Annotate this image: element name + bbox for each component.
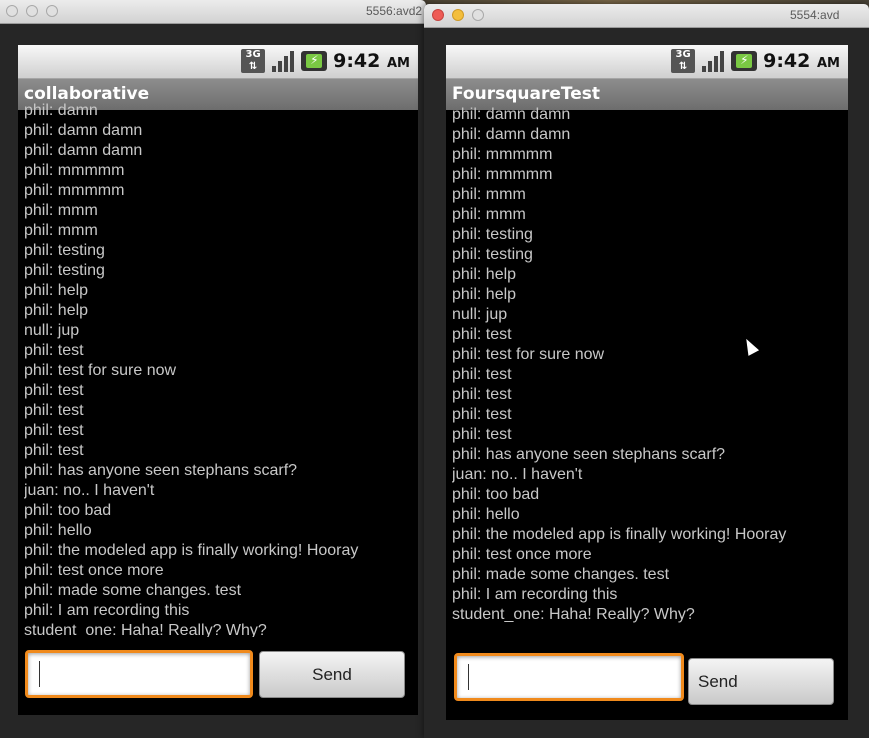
network-3g-icon: 3G ⇅ <box>671 49 696 73</box>
chat-message: phil: test for sure now <box>452 346 605 363</box>
chat-message: phil: help <box>24 302 89 319</box>
chat-message: phil: hello <box>452 506 520 523</box>
chat-message: phil: damn damn <box>24 122 143 139</box>
chat-message: phil: damn damn <box>452 126 571 143</box>
zoom-window-button[interactable] <box>472 9 484 21</box>
text-cursor <box>468 664 469 690</box>
chat-message: phil: mmm <box>24 222 98 239</box>
status-clock: 9:42 AM <box>763 50 840 72</box>
zoom-window-button[interactable] <box>46 5 58 17</box>
chat-message-list[interactable]: phil: damn phil: damn damn phil: damn damn… <box>24 101 418 637</box>
chat-message: phil: has anyone seen stephans scarf? <box>452 446 726 463</box>
chat-message: phil: damn <box>24 102 98 119</box>
chat-message: phil: test once more <box>452 546 592 563</box>
chat-message: phil: mmmmm <box>24 162 125 179</box>
chat-message: phil: damn damn <box>24 142 143 159</box>
chat-message: phil: hello <box>24 522 92 539</box>
chat-message: phil: mmm <box>24 202 98 219</box>
chat-message: phil: has anyone seen stephans scarf? <box>24 462 298 479</box>
chat-message: phil: too bad <box>24 502 112 519</box>
chat-message: phil: test <box>452 326 512 343</box>
chat-message: phil: test <box>452 366 512 383</box>
status-bar: 3G ⇅ ⚡ 9:42 AM <box>446 45 848 78</box>
phone-screen: 3G ⇅ ⚡ 9:42 AM collaborative phil: damn ph… <box>18 45 418 715</box>
chat-message: student_one: Haha! Really? Why? <box>24 622 267 637</box>
chat-message: juan: no.. I haven't <box>452 466 583 483</box>
network-3g-icon: 3G ⇅ <box>241 49 266 73</box>
emulator-window-avd2: 5556:avd2 3G ⇅ ⚡ 9:42 AM collaborative ph… <box>0 0 426 738</box>
chat-message: phil: test once more <box>24 562 164 579</box>
chat-message: phil: I am recording this <box>24 602 190 619</box>
chat-message: phil: help <box>24 282 89 299</box>
message-input[interactable] <box>25 650 253 698</box>
window-title: 5556:avd2 <box>366 4 423 18</box>
window-titlebar[interactable]: 5556:avd2 <box>0 0 426 24</box>
chat-message: phil: mmmmm <box>452 166 553 183</box>
message-input[interactable] <box>454 653 684 701</box>
chat-message: null: jup <box>452 306 508 323</box>
send-button[interactable]: Send <box>259 651 405 698</box>
signal-strength-icon <box>701 49 725 73</box>
chat-message: phil: testing <box>24 262 105 279</box>
chat-message: phil: test <box>24 442 84 459</box>
chat-message: phil: mmm <box>452 186 526 203</box>
signal-strength-icon <box>271 49 295 73</box>
chat-message: student_one: Haha! Really? Why? <box>452 606 695 623</box>
chat-message: phil: made some changes. test <box>452 566 670 583</box>
close-window-button[interactable] <box>432 9 444 21</box>
emulator-window-avd: 5554:avd 3G ⇅ ⚡ 9:42 AM FoursquareTest ph… <box>424 4 869 738</box>
chat-message: phil: test <box>24 402 84 419</box>
chat-message: phil: mmmmm <box>452 146 553 163</box>
chat-message: phil: too bad <box>452 486 540 503</box>
chat-message: phil: help <box>452 266 517 283</box>
chat-message: phil: testing <box>452 246 533 263</box>
chat-message: phil: test <box>24 342 84 359</box>
close-window-button[interactable] <box>6 5 18 17</box>
chat-message: null: jup <box>24 322 80 339</box>
chat-message: phil: test <box>452 426 512 443</box>
chat-message: phil: made some changes. test <box>24 582 242 599</box>
chat-message: phil: test <box>452 386 512 403</box>
send-button[interactable]: Send <box>688 658 834 705</box>
battery-charging-icon: ⚡ <box>301 51 328 71</box>
chat-message: phil: I am recording this <box>452 586 618 603</box>
chat-message: phil: test <box>24 382 84 399</box>
chat-message: phil: test <box>24 422 84 439</box>
chat-message-list[interactable]: phil: damn damn phil: damn damn phil: mmmm… <box>452 105 848 629</box>
chat-message: juan: no.. I haven't <box>24 482 155 499</box>
battery-charging-icon: ⚡ <box>731 51 758 71</box>
chat-message: phil: the modeled app is finally working… <box>24 542 359 559</box>
chat-message: phil: help <box>452 286 517 303</box>
chat-message: phil: testing <box>24 242 105 259</box>
window-title: 5554:avd <box>790 8 840 22</box>
text-cursor <box>39 661 40 687</box>
chat-message: phil: the modeled app is finally working… <box>452 526 787 543</box>
window-titlebar[interactable]: 5554:avd <box>424 4 869 28</box>
chat-message: phil: mmm <box>452 206 526 223</box>
minimize-window-button[interactable] <box>26 5 38 17</box>
chat-message: phil: mmmmm <box>24 182 125 199</box>
minimize-window-button[interactable] <box>452 9 464 21</box>
status-bar: 3G ⇅ ⚡ 9:42 AM <box>18 45 418 78</box>
chat-message: phil: test for sure now <box>24 362 177 379</box>
phone-screen: 3G ⇅ ⚡ 9:42 AM FoursquareTest phil: damn … <box>446 45 848 720</box>
chat-message: phil: testing <box>452 226 533 243</box>
chat-message: phil: damn damn <box>452 106 571 123</box>
chat-message: phil: test <box>452 406 512 423</box>
status-clock: 9:42 AM <box>333 50 410 72</box>
